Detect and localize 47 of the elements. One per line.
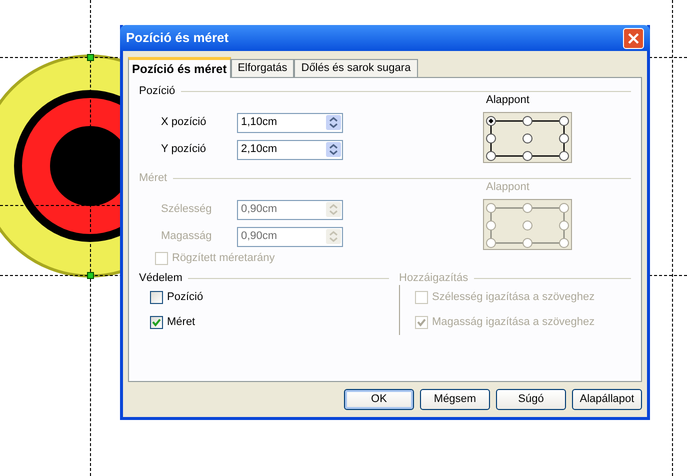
- checkbox-label: Rögzített méretarány: [172, 251, 275, 266]
- anchor-label: Alappont: [485, 180, 530, 195]
- field-label: Magasság: [160, 229, 213, 244]
- check-icon: [417, 318, 426, 327]
- checkbox-label: Pozíció: [167, 290, 204, 306]
- checkbox-label: Méret: [167, 315, 196, 330]
- anchor-point[interactable]: [522, 133, 532, 143]
- checkbox[interactable]: [150, 316, 163, 329]
- check-icon: [152, 318, 161, 327]
- close-icon: [628, 32, 639, 44]
- section-heading: Pozíció: [139, 84, 176, 99]
- section-heading: Védelem: [139, 270, 182, 286]
- anchor-label: Alappont: [485, 93, 530, 108]
- checkbox[interactable]: [150, 291, 163, 304]
- field-value: 0,90cm: [241, 202, 278, 218]
- anchor-point[interactable]: [486, 133, 496, 143]
- field-value: 0,90cm: [241, 229, 278, 244]
- field-label: X pozíció: [160, 115, 208, 130]
- anchor-point[interactable]: [559, 133, 569, 143]
- spin-field[interactable]: 2,10cm: [237, 140, 343, 160]
- dialog-button[interactable]: OK: [344, 389, 414, 410]
- field-value: 2,10cm: [241, 142, 278, 158]
- tab[interactable]: Pozíció és méret: [128, 57, 231, 78]
- tab[interactable]: Dőlés és sarok sugara: [294, 59, 418, 77]
- anchor-point[interactable]: [559, 116, 569, 126]
- checkbox-label: Szélesség igazítása a szöveghez: [432, 290, 595, 306]
- tab[interactable]: Elforgatás: [230, 59, 294, 77]
- field-label: Y pozíció: [160, 142, 208, 158]
- field-label: Szélesség: [160, 202, 213, 218]
- dialog-button[interactable]: Súgó: [496, 389, 566, 410]
- dialog-button[interactable]: Alapállapot: [572, 389, 642, 410]
- spin-field[interactable]: 1,10cm: [237, 112, 343, 132]
- selection-handle[interactable]: [87, 54, 94, 61]
- window-title: Pozíció és méret: [126, 29, 229, 48]
- spin-arrows-icon[interactable]: [326, 142, 341, 157]
- section-heading: Hozzáigazítás: [399, 270, 468, 286]
- anchor-point[interactable]: [486, 150, 496, 160]
- spin-arrows-icon[interactable]: [326, 115, 341, 130]
- anchor-point[interactable]: [522, 116, 532, 126]
- section-heading: Méret: [139, 170, 168, 186]
- field-value: 1,10cm: [241, 115, 278, 130]
- selection-handle[interactable]: [87, 272, 94, 279]
- dialog-button[interactable]: Mégsem: [420, 389, 490, 410]
- checkbox-label: Magasság igazítása a szöveghez: [432, 315, 595, 330]
- close-button[interactable]: [623, 28, 644, 48]
- anchor-point[interactable]: [522, 150, 532, 160]
- anchor-point[interactable]: [559, 150, 569, 160]
